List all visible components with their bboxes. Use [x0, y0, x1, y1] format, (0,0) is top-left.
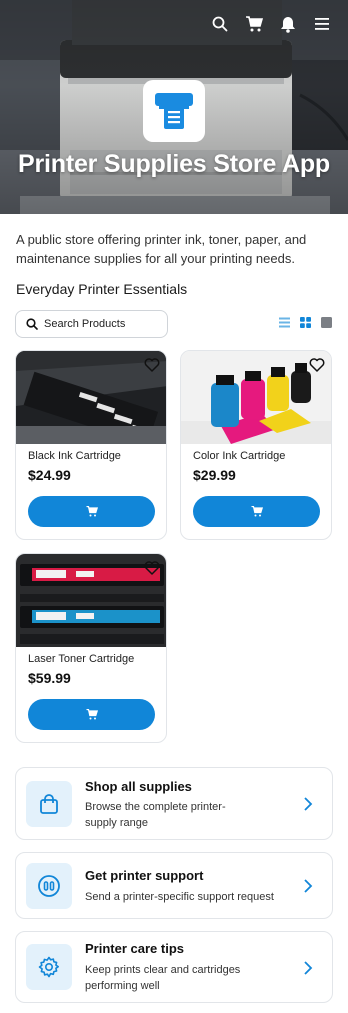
- product-card[interactable]: Laser Toner Cartridge $59.99: [15, 553, 167, 743]
- product-name: Black Ink Cartridge: [28, 450, 121, 462]
- app-title: Printer Supplies Store App: [18, 150, 330, 178]
- chevron-right-icon: [304, 961, 313, 975]
- link-subtitle: Browse the complete printer-supply range: [85, 801, 226, 829]
- product-price: $29.99: [193, 467, 236, 483]
- product-image: [16, 554, 166, 647]
- cart-icon: [86, 506, 98, 517]
- product-price: $59.99: [28, 670, 71, 686]
- favorite-heart-icon[interactable]: [144, 357, 160, 373]
- product-price: $24.99: [28, 467, 71, 483]
- product-card[interactable]: Color Ink Cartridge $29.99: [180, 350, 332, 540]
- menu-icon[interactable]: [312, 14, 332, 34]
- single-view-icon[interactable]: [321, 317, 332, 328]
- support-icon: [26, 863, 72, 909]
- bell-icon[interactable]: [278, 14, 298, 34]
- chevron-right-icon: [304, 879, 313, 893]
- list-view-icon[interactable]: [279, 317, 290, 328]
- search-icon: [26, 318, 38, 330]
- search-bar[interactable]: [15, 310, 168, 338]
- chevron-right-icon: [304, 797, 313, 811]
- hero-banner: Printer Supplies Store App: [0, 0, 348, 214]
- cart-icon: [86, 709, 98, 720]
- printer-icon: [155, 93, 193, 129]
- add-to-cart-button[interactable]: [28, 496, 155, 527]
- view-mode-toggles: [279, 317, 332, 328]
- product-image: [181, 351, 331, 444]
- add-to-cart-button[interactable]: [28, 699, 155, 730]
- product-name: Laser Toner Cartridge: [28, 653, 135, 665]
- app-logo: [143, 80, 205, 142]
- store-description: A public store offering printer ink, ton…: [16, 232, 307, 266]
- printer-care-tips-link[interactable]: Printer care tips Keep prints clear and …: [15, 931, 333, 1003]
- product-card[interactable]: Black Ink Cartridge $24.99: [15, 350, 167, 540]
- favorite-heart-icon[interactable]: [144, 560, 160, 576]
- get-printer-support-link[interactable]: Get printer support Send a printer-speci…: [15, 852, 333, 919]
- link-title: Printer care tips: [85, 941, 184, 956]
- link-title: Get printer support: [85, 868, 204, 883]
- search-icon[interactable]: [210, 14, 230, 34]
- add-to-cart-button[interactable]: [193, 496, 320, 527]
- product-name: Color Ink Cartridge: [193, 450, 286, 462]
- link-subtitle: Send a printer-specific support request: [85, 891, 274, 903]
- link-title: Shop all supplies: [85, 779, 192, 794]
- shop-all-supplies-link[interactable]: Shop all supplies Browse the complete pr…: [15, 767, 333, 840]
- cart-icon[interactable]: [244, 14, 264, 34]
- top-toolbar: [210, 14, 332, 34]
- link-subtitle: Keep prints clear and cartridges perform…: [85, 964, 241, 992]
- section-title: Everyday Printer Essentials: [16, 281, 188, 297]
- gear-icon: [26, 944, 72, 990]
- bag-icon: [26, 781, 72, 827]
- grid-view-icon[interactable]: [300, 317, 311, 328]
- cart-icon: [251, 506, 263, 517]
- product-image: [16, 351, 166, 444]
- search-input[interactable]: [44, 318, 156, 330]
- favorite-heart-icon[interactable]: [309, 357, 325, 373]
